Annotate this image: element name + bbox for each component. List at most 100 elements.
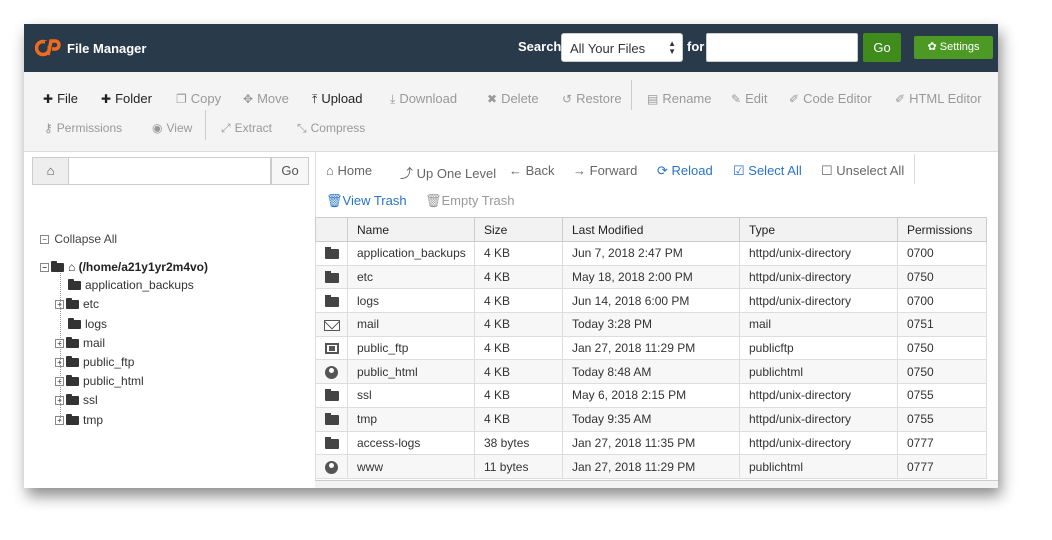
rename-button[interactable]: ▤ Rename [647, 91, 711, 106]
tree-item-label: etc [83, 297, 100, 311]
table-row[interactable]: mail 4 KB Today 3:28 PM mail 0751 [315, 312, 987, 337]
file-permissions: 0751 [897, 312, 987, 337]
view-button[interactable]: ◉ View [152, 121, 192, 135]
tree-item-logs[interactable]: logs [68, 317, 107, 331]
code-edit-icon: ✐ [789, 92, 800, 106]
copy-button[interactable]: ❐ Copy [176, 91, 221, 106]
path-go-button[interactable]: Go [271, 157, 309, 185]
search-input[interactable] [706, 33, 858, 62]
rename-label: Rename [662, 91, 712, 106]
empty-trash-button[interactable]: 🗑Empty Trash [425, 193, 514, 209]
file-modified: Jun 7, 2018 2:47 PM [562, 241, 740, 266]
tree-root[interactable]: − ⌂ (/home/a21y1yr2m4vo) [40, 260, 208, 274]
move-button[interactable]: ✥ Move [243, 91, 289, 106]
new-folder-button[interactable]: ✚ Folder [101, 91, 152, 106]
tree-item-mail[interactable]: + mail [55, 336, 105, 350]
restore-label: Restore [576, 91, 622, 106]
code-editor-button[interactable]: ✐ Code Editor [789, 91, 872, 106]
home-icon[interactable]: ⌂ [32, 157, 68, 185]
home-nav-button[interactable]: ⌂ Home [326, 163, 372, 178]
copy-label: Copy [190, 91, 222, 106]
cpanel-logo[interactable] [35, 38, 61, 58]
nav-divider [914, 154, 915, 184]
select-all-button[interactable]: ☑ Select All [733, 163, 802, 179]
tree-item-public-html[interactable]: + public_html [55, 374, 144, 388]
expand-icon: ⤢ [221, 121, 231, 135]
view-trash-button[interactable]: 🗑View Trash [326, 193, 407, 209]
expand-icon: + [55, 377, 64, 386]
search-go-button[interactable]: Go [863, 33, 901, 62]
rename-icon: ▤ [647, 92, 659, 106]
delete-button[interactable]: ✖ Delete [487, 91, 539, 106]
last-modified-column-header[interactable]: Last Modified [562, 217, 740, 242]
size-column-header[interactable]: Size [474, 217, 563, 242]
file-size: 4 KB [474, 241, 563, 266]
type-column-header[interactable]: Type [739, 217, 898, 242]
file-modified: Today 9:35 AM [562, 406, 740, 432]
table-row[interactable]: application_backups 4 KB Jun 7, 2018 2:4… [315, 241, 987, 266]
html-editor-button[interactable]: ✐ HTML Editor [895, 91, 982, 106]
new-folder-label: Folder [115, 91, 152, 106]
upload-button[interactable]: ⤒ Upload [312, 91, 363, 107]
row-icon-cell [315, 288, 348, 314]
row-icon-cell [315, 264, 348, 290]
icon-column-header[interactable] [315, 217, 348, 242]
folder-icon [68, 318, 81, 329]
table-row[interactable]: ssl 4 KB May 6, 2018 2:15 PM httpd/unix-… [315, 383, 987, 408]
table-row[interactable]: public_ftp 4 KB Jan 27, 2018 11:29 PM pu… [315, 335, 987, 361]
table-row[interactable]: public_html 4 KB Today 8:48 AM publichtm… [315, 359, 987, 385]
row-icon-cell [315, 335, 348, 361]
eye-icon: ◉ [152, 121, 163, 135]
name-column-header[interactable]: Name [347, 217, 475, 242]
expand-icon: + [55, 416, 64, 425]
table-row[interactable]: access-logs 38 bytes Jan 27, 2018 11:35 … [315, 430, 987, 456]
table-row[interactable]: www 11 bytes Jan 27, 2018 11:29 PM publi… [315, 454, 987, 479]
tree-item-etc[interactable]: + etc [55, 297, 99, 311]
empty-trash-label: Empty Trash [441, 193, 515, 208]
table-row[interactable]: logs 4 KB Jun 14, 2018 6:00 PM httpd/uni… [315, 288, 987, 314]
table-row[interactable]: tmp 4 KB Today 9:35 AM httpd/unix-direct… [315, 406, 987, 432]
folder-icon [324, 412, 339, 425]
folder-icon [66, 337, 79, 348]
restore-button[interactable]: ↺ Restore [562, 91, 622, 106]
download-button[interactable]: ⤓ Download [390, 91, 457, 107]
reload-button[interactable]: ⟳ Reload [657, 163, 713, 179]
home-nav-label: Home [337, 163, 373, 178]
home-icon: ⌂ [326, 163, 338, 178]
file-type: httpd/unix-directory [739, 430, 898, 456]
collapse-all-button[interactable]: − Collapse All [40, 232, 117, 246]
ftp-icon [324, 343, 339, 355]
back-button[interactable]: ← Back [509, 163, 555, 178]
file-permissions: 0777 [897, 454, 987, 479]
checkbox-checked-icon: ☑ [733, 163, 749, 178]
forward-button[interactable]: → Forward [573, 163, 637, 178]
row-icon-cell [315, 312, 348, 337]
file-table: Name Size Last Modified Type Permissions… [315, 217, 987, 479]
extract-button[interactable]: ⤢ Extract [221, 121, 272, 136]
settings-button[interactable]: ✿ Settings [914, 36, 993, 59]
file-permissions: 0755 [897, 406, 987, 432]
edit-button[interactable]: ✎ Edit [731, 91, 767, 106]
tree-item-ssl[interactable]: + ssl [55, 393, 98, 407]
compress-button[interactable]: ⤡ Compress [297, 121, 365, 136]
globe-icon [325, 460, 338, 474]
new-file-button[interactable]: ✚ File [43, 91, 78, 106]
permissions-button[interactable]: ⚷ Permissions [44, 121, 122, 135]
tree-item-public-ftp[interactable]: + public_ftp [55, 355, 134, 369]
search-scope-select[interactable]: All Your Files ▲ ▼ [561, 33, 683, 62]
file-manager-window: File Manager Search All Your Files ▲ ▼ fo… [24, 24, 998, 488]
arrow-right-icon: → [573, 163, 590, 178]
permissions-column-header[interactable]: Permissions [897, 217, 987, 242]
file-modified: Today 8:48 AM [562, 359, 740, 385]
tree-item-application-backups[interactable]: application_backups [68, 278, 194, 292]
tree-item-tmp[interactable]: + tmp [55, 413, 103, 427]
tree-item-label: ssl [83, 393, 98, 407]
table-row[interactable]: etc 4 KB May 18, 2018 2:00 PM httpd/unix… [315, 264, 987, 290]
reload-label: Reload [671, 163, 713, 178]
up-one-level-button[interactable]: ⤴ Up One Level [400, 163, 496, 182]
code-editor-label: Code Editor [803, 91, 872, 106]
unselect-all-button[interactable]: ☐ Unselect All [821, 163, 904, 179]
folder-icon [66, 394, 79, 405]
checkbox-empty-icon: ☐ [821, 163, 837, 178]
path-input[interactable] [68, 157, 271, 185]
